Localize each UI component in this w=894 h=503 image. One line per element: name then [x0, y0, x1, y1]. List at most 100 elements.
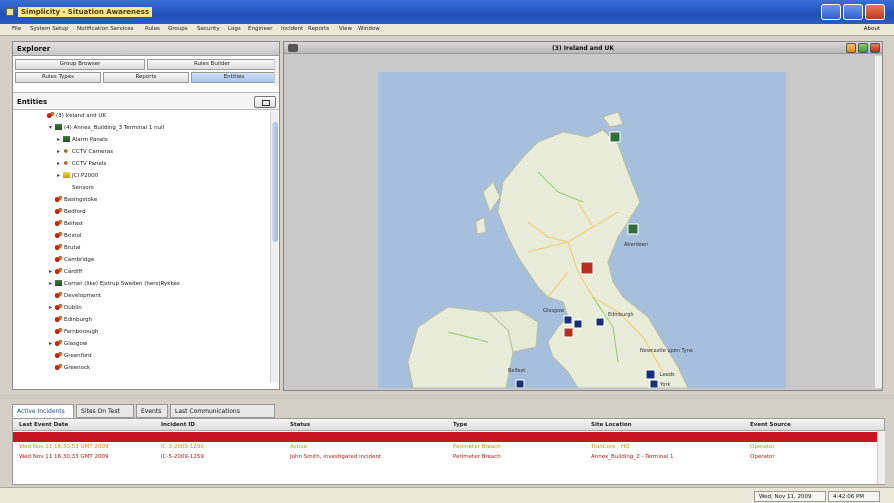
menu-engineer[interactable]: Engineer — [248, 26, 273, 32]
menu-security[interactable]: Security — [197, 26, 220, 32]
tree-item[interactable]: ▸ Cardiff — [49, 268, 82, 277]
explorer-title: Explorer — [13, 42, 279, 56]
cell-incident-id: IC-3-2009-1290 — [161, 444, 204, 450]
marker-leeds — [649, 379, 659, 388]
tree-item-label: Bedford — [64, 209, 86, 215]
building-icon — [55, 124, 62, 130]
map-header: (3) Ireland and UK — [284, 42, 882, 54]
map-view[interactable]: Aberdeen Edinburgh Newcastle upon Tyne B… — [378, 72, 786, 388]
col-incident-id[interactable]: Incident ID — [161, 422, 195, 428]
orkney-islands — [602, 111, 624, 128]
tree-item[interactable]: Edinburgh — [49, 316, 92, 325]
map-panel: (3) Ireland and UK Aberdeen Edinburgh Ne… — [283, 41, 883, 391]
col-status[interactable]: Status — [290, 422, 310, 428]
tree-item[interactable]: Greenford — [49, 352, 92, 361]
menu-bar: File System Setup Notification Services … — [0, 24, 894, 36]
split-divider[interactable] — [0, 394, 894, 399]
marker-orkney — [609, 131, 621, 143]
menu-groups[interactable]: Groups — [168, 26, 188, 32]
menu-file[interactable]: File — [12, 26, 21, 32]
tree-item[interactable]: Development — [49, 292, 101, 301]
col-type[interactable]: Type — [453, 422, 467, 428]
tree-item[interactable]: ▸ Dublin — [49, 304, 82, 313]
tabs-scrollbar[interactable] — [274, 59, 279, 85]
marker-highlands — [580, 261, 594, 275]
tab-reports[interactable]: Reports — [103, 72, 189, 83]
tree-item[interactable]: Bedford — [49, 208, 86, 217]
tab-active-incidents[interactable]: Active Incidents — [12, 404, 74, 418]
tab-last-communications[interactable]: Last Communications — [170, 404, 275, 418]
incident-row[interactable]: Wed Nov 11 16:30:33 GMT 2009 IC-5-2009-1… — [13, 452, 884, 462]
tab-rules-types[interactable]: Rules Types — [15, 72, 101, 83]
tree-item-label: Greenford — [64, 353, 92, 359]
marker-glasgow-1 — [563, 315, 573, 325]
tree-item[interactable]: ▸ Glasgow — [49, 340, 87, 349]
explorer-panel: Explorer Group Browser Rules Builder Rul… — [12, 41, 280, 390]
tree-item[interactable]: Basingstoke — [49, 196, 97, 205]
menu-rules[interactable]: Rules — [145, 26, 160, 32]
site-red-icon — [55, 244, 62, 250]
map-close-button[interactable] — [870, 43, 880, 53]
cell-site: Annex_Building_2 - Terminal 1 — [591, 454, 674, 460]
cell-date: Wed Nov 11 16:30:53 GMT 2009 — [19, 444, 109, 450]
tab-entities[interactable]: Entities — [191, 72, 277, 83]
tree-item-label: CCTV Panels — [72, 161, 107, 167]
minimize-button[interactable] — [821, 4, 841, 20]
tree-item[interactable]: Brutal — [49, 244, 81, 253]
label-aberdeen: Aberdeen — [624, 242, 648, 248]
label-edinburgh: Edinburgh — [608, 312, 634, 318]
col-last-event-date[interactable]: Last Event Date — [19, 422, 68, 428]
tree-item[interactable]: (3) Ireland and UK — [41, 112, 106, 121]
menu-reports[interactable]: Reports — [308, 26, 329, 32]
tree-item[interactable]: Belfast — [49, 220, 83, 229]
tree-item[interactable]: Sensors — [57, 184, 94, 193]
menu-notification-services[interactable]: Notification Services — [77, 26, 134, 32]
map-title: (3) Ireland and UK — [552, 45, 614, 52]
tree-item[interactable]: Bristol — [49, 232, 81, 241]
map-maximize-button[interactable] — [858, 43, 868, 53]
tree-item[interactable]: ▸ CCTV Cameras — [57, 148, 113, 157]
tree-item[interactable]: Farnborough — [49, 328, 99, 337]
site-red-icon — [55, 196, 62, 202]
menu-logs[interactable]: Logs — [228, 26, 241, 32]
map-minimize-button[interactable] — [846, 43, 856, 53]
tab-sites-on-test[interactable]: Sites On Test — [76, 404, 134, 418]
map-scrollbar[interactable] — [874, 56, 882, 388]
tree-item[interactable]: Cambridge — [49, 256, 94, 265]
incident-row[interactable]: Wed Nov 11 16:30:53 GMT 2009 IC-3-2009-1… — [13, 442, 884, 452]
col-site-location[interactable]: Site Location — [591, 422, 632, 428]
maximize-button[interactable] — [843, 4, 863, 20]
tab-rules-builder[interactable]: Rules Builder — [147, 59, 277, 70]
tree-item-label: Development — [64, 293, 102, 299]
tree-item[interactable]: ▸ JCI P2000 — [57, 172, 98, 181]
tree-item[interactable]: ▸ Corner (like) Ejstrup Sweden (hers)Rykk… — [49, 280, 180, 289]
tree-item-label: Brutal — [64, 245, 81, 251]
tree-item[interactable]: ▸ CCTV Panels — [57, 160, 106, 169]
close-button[interactable] — [865, 4, 885, 20]
menu-window[interactable]: Window — [358, 26, 380, 32]
entities-label: Entities — [17, 98, 48, 106]
incident-row[interactable] — [13, 432, 884, 442]
tree-scrollbar-thumb[interactable] — [272, 122, 278, 242]
title-bar: Simplicity - Situation Awareness — [0, 0, 894, 24]
tree-item-label: (4) Annex_Building_3 Terminal 1 null — [64, 125, 165, 131]
tree-item-label: Greenock — [64, 365, 91, 371]
tree-item[interactable]: ▾ (4) Annex_Building_3 Terminal 1 null — [49, 124, 164, 133]
tab-group-browser[interactable]: Group Browser — [15, 59, 145, 70]
menu-view[interactable]: View — [339, 26, 352, 32]
hebrides-islands — [475, 181, 501, 235]
tree-scrollbar[interactable] — [270, 112, 278, 382]
cctv-icon — [63, 148, 70, 154]
cell-incident-id: IC-5-2009-1259 — [161, 454, 204, 460]
menu-incident[interactable]: Incident — [281, 26, 303, 32]
incident-scrollbar[interactable] — [877, 431, 885, 484]
menu-about[interactable]: About — [864, 26, 880, 32]
col-event-source[interactable]: Event Source — [750, 422, 791, 428]
tree-item[interactable]: Greenock — [49, 364, 90, 373]
menu-system-setup[interactable]: System Setup — [30, 26, 68, 32]
tree-item-label: Corner (like) Ejstrup Sweden (hers)Rykke… — [64, 281, 180, 287]
label-leeds: Leeds — [660, 372, 675, 378]
entities-window-button[interactable] — [254, 96, 276, 108]
tree-item[interactable]: ▸ Alarm Panels — [57, 136, 108, 145]
tab-events[interactable]: Events — [136, 404, 168, 418]
